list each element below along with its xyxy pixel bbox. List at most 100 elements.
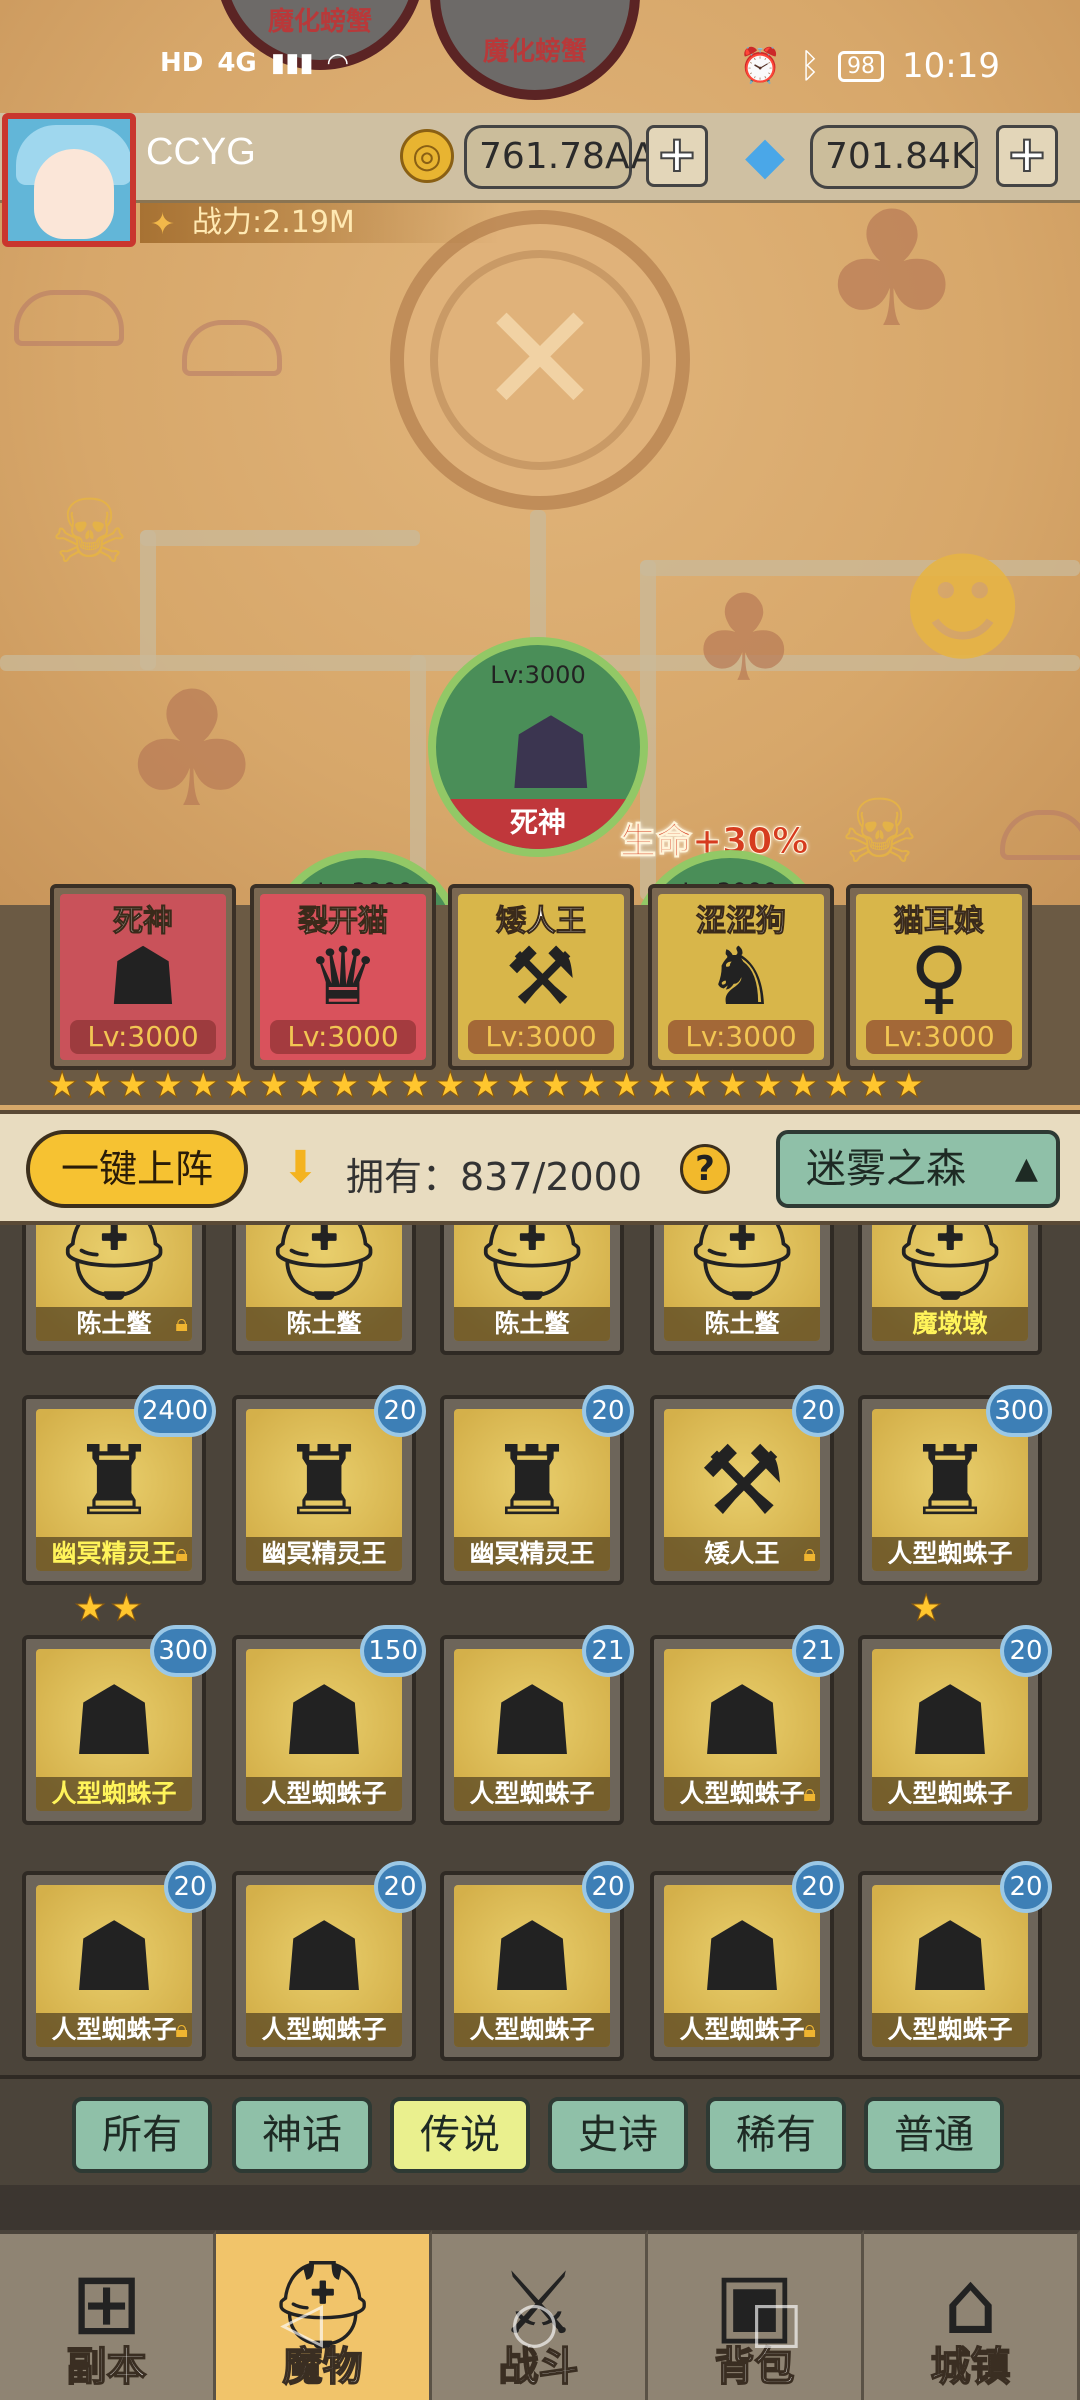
monster-card[interactable]: ☗ 人型蜘蛛子 🔒︎ 20 xyxy=(22,1861,216,2061)
sort-arrow-icon[interactable]: ⬇ xyxy=(282,1142,319,1193)
combat-power-value: 战力:2.19M xyxy=(192,205,355,240)
nav-tab[interactable]: ⊞ 副本 xyxy=(0,2230,216,2400)
add-gold-button[interactable]: + xyxy=(646,125,708,187)
star-icon: ★ xyxy=(575,1065,608,1106)
monster-card[interactable]: ☗ 人型蜘蛛子 21 xyxy=(440,1625,634,1825)
team-member-level: Lv:3000 xyxy=(866,1020,1012,1054)
star-icon: ★ xyxy=(116,1065,149,1106)
monster-card[interactable]: ☗ 人型蜘蛛子 20 xyxy=(232,1861,426,2061)
star-icon: ★ xyxy=(681,1065,714,1106)
helmet-icon: ⛑ xyxy=(53,1225,175,1307)
star-icon: ★ xyxy=(716,1065,749,1106)
monster-card[interactable]: ☗ 人型蜘蛛子 🔒︎ 20 xyxy=(650,1861,844,2061)
quantity-badge: 21 xyxy=(582,1625,634,1677)
monster-card[interactable]: ⚒ 矮人王 🔒︎ 20 xyxy=(650,1385,844,1585)
monster-name: 魔墩墩 xyxy=(872,1307,1028,1341)
system-status-bar: HD 4G ▮▮▮ ◠ ⏰ ᛒ 98 10:19 xyxy=(0,42,1080,98)
monster-name: 人型蜘蛛子 xyxy=(246,2013,402,2047)
nav-tab[interactable]: ⌂ 城镇 xyxy=(864,2230,1080,2400)
filter-tab[interactable]: 稀有 xyxy=(706,2097,846,2173)
star-icon: ★ xyxy=(857,1065,890,1106)
caret-up-icon: ▲ xyxy=(1014,1151,1038,1186)
monster-name: 幽冥精灵王 xyxy=(246,1537,402,1571)
crossed-swords-icon: ✕ xyxy=(430,250,650,470)
monster-card[interactable]: ☗ 人型蜘蛛子 🔒︎ 21 xyxy=(650,1625,844,1825)
team-slot[interactable]: 涩涩狗 ♞ Lv:3000 xyxy=(648,884,834,1070)
star-icon: ★ xyxy=(110,1588,143,1629)
star-icon: ★ xyxy=(469,1065,502,1106)
gem-amount: 701.84K xyxy=(810,125,978,189)
filter-tab[interactable]: 所有 xyxy=(72,2097,212,2173)
spider-icon: ☗ xyxy=(70,1665,158,1777)
filter-tab[interactable]: 神话 xyxy=(232,2097,372,2173)
lock-icon: 🔒︎ xyxy=(175,2015,188,2043)
monster-name: 人型蜘蛛子 xyxy=(872,1777,1028,1811)
elf-icon: ♜ xyxy=(70,1425,158,1537)
nav-tab[interactable]: ⛑ 魔物 xyxy=(216,2230,432,2400)
help-button[interactable]: ? xyxy=(680,1144,730,1194)
spider-icon: ☗ xyxy=(698,1665,786,1777)
add-gems-button[interactable]: + xyxy=(996,125,1058,187)
monster-name: 人型蜘蛛子 xyxy=(664,2013,820,2047)
battery-icon: 98 xyxy=(838,50,885,82)
monster-name: 人型蜘蛛子 xyxy=(36,2013,192,2047)
player-avatar[interactable] xyxy=(2,113,136,247)
zone-select[interactable]: 迷雾之森 ▲ xyxy=(776,1130,1060,1208)
bush-decoration xyxy=(182,320,282,376)
lock-icon: 🔒︎ xyxy=(803,1539,816,1567)
combat-power: ✦ 战力:2.19M xyxy=(140,203,500,243)
roster-controls: 一键上阵 ⬇ 拥有：837/2000 ? 迷雾之森 ▲ xyxy=(0,1110,1080,1225)
recents-gesture-icon[interactable]: □ xyxy=(750,2290,803,2355)
filter-tab[interactable]: 传说 xyxy=(390,2097,530,2173)
alarm-icon: ⏰ xyxy=(739,46,782,86)
owned-count: 拥有：837/2000 xyxy=(346,1155,643,1199)
spider-icon: ☗ xyxy=(280,1665,368,1777)
reaper-icon: ☗ xyxy=(506,695,596,812)
monster-card[interactable]: ☗ 人型蜘蛛子 20 xyxy=(440,1861,634,2061)
team-slot[interactable]: 裂开猫 ♛ Lv:3000 xyxy=(250,884,436,1070)
crossed-swords-emblem: ✕ xyxy=(390,210,690,510)
quantity-badge: 20 xyxy=(792,1861,844,1913)
quantity-badge: 2400 xyxy=(133,1385,216,1437)
monster-card[interactable]: ⛑ 陈土鳖 xyxy=(440,1225,624,1355)
quantity-badge: 20 xyxy=(792,1385,844,1437)
monster-name: 矮人王 xyxy=(664,1537,820,1571)
monster-card[interactable]: ⛑ 陈土鳖 xyxy=(232,1225,416,1355)
cactus-icon: ♣ xyxy=(820,176,964,363)
monster-card[interactable]: ♜ 人型蜘蛛子 300 xyxy=(858,1385,1052,1585)
home-gesture-icon[interactable]: ○ xyxy=(510,2290,559,2355)
filter-tab[interactable]: 史诗 xyxy=(548,2097,688,2173)
bluetooth-icon: ᛒ xyxy=(799,46,821,86)
monster-card[interactable]: ⛑ 陈土鳖 xyxy=(650,1225,834,1355)
nav-label: 副本 xyxy=(66,2343,148,2391)
star-icon: ★ xyxy=(292,1065,326,1106)
monster-card[interactable]: ☗ 人型蜘蛛子 300 xyxy=(22,1625,216,1825)
helmet-icon: ⛑ xyxy=(471,1225,593,1307)
monster-card[interactable]: ♜ 幽冥精灵王 20 xyxy=(232,1385,426,1585)
monster-name: 人型蜘蛛子 xyxy=(872,2013,1028,2047)
filter-tab[interactable]: 普通 xyxy=(864,2097,1004,2173)
team-slot[interactable]: 猫耳娘 ♀ Lv:3000 xyxy=(846,884,1032,1070)
star-icon: ★ xyxy=(151,1065,185,1106)
team-slot[interactable]: 死神 ☗ Lv:3000 xyxy=(50,884,236,1070)
monster-grid[interactable]: ⛑ 陈土鳖 🔒︎ ⛑ 陈土鳖 ⛑ 陈土鳖 ⛑ 陈土鳖 ⛑ 魔墩墩 ♜ 幽冥精灵王 🔒︎ 2400 ★ ★ ♜ 幽冥精… xyxy=(0,1225,1080,2075)
monster-card[interactable]: ☗ 人型蜘蛛子 20 xyxy=(858,1625,1052,1825)
stage-level: Lv:3000 xyxy=(490,661,586,689)
power-icon: ✦ xyxy=(150,207,176,242)
auto-deploy-button[interactable]: 一键上阵 xyxy=(26,1130,248,1208)
monster-card[interactable]: ♜ 幽冥精灵王 20 xyxy=(440,1385,634,1585)
monster-card[interactable]: ☗ 人型蜘蛛子 20 xyxy=(858,1861,1052,2061)
team-slot[interactable]: 矮人王 ⚒ Lv:3000 xyxy=(448,884,634,1070)
star-icon: ★ xyxy=(610,1065,643,1106)
current-stage-node[interactable]: Lv:3000 ☗ 死神 xyxy=(428,637,648,857)
team-stars: ★ ★ ★ ★ ★ ★ ★ ★ ★ ★ ★ ★ ★ ★ ★ ★ ★ ★ ★ ★ ★ ★ ★ ★ ★ xyxy=(45,1065,1046,1108)
star-icon: ★ xyxy=(45,1065,79,1106)
monster-card[interactable]: ☗ 人型蜘蛛子 150 xyxy=(232,1625,426,1825)
monster-card[interactable]: ⛑ 魔墩墩 xyxy=(858,1225,1042,1355)
quantity-badge: 20 xyxy=(582,1385,634,1437)
star-icon: ★ xyxy=(257,1065,290,1106)
back-gesture-icon[interactable]: ◁ xyxy=(280,2290,323,2355)
star-icon: ★ xyxy=(822,1065,855,1106)
monster-card[interactable]: ♜ 幽冥精灵王 🔒︎ 2400 xyxy=(22,1385,216,1585)
monster-card[interactable]: ⛑ 陈土鳖 🔒︎ xyxy=(22,1225,206,1355)
